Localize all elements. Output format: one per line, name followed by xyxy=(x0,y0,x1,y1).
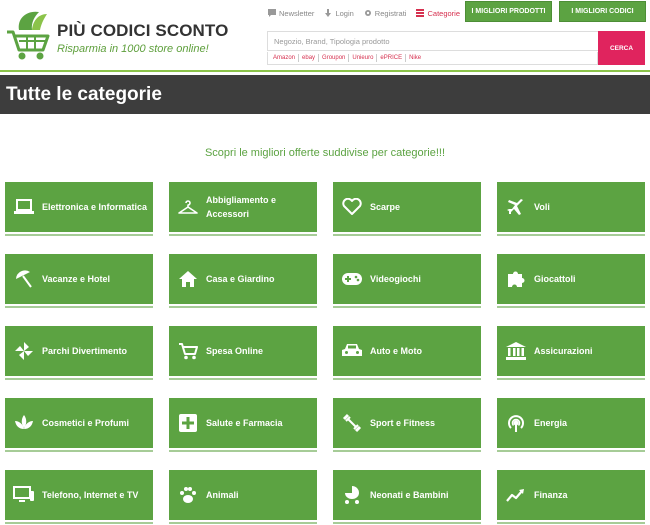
category-label: Scarpe xyxy=(370,202,401,212)
bank-icon xyxy=(505,340,527,362)
category-label: Spesa Online xyxy=(206,346,264,356)
category-card-animali[interactable]: Animali xyxy=(169,470,317,524)
site-logo[interactable]: PIÙ CODICI SCONTO Risparmia in 1000 stor… xyxy=(5,8,228,66)
gamepad-icon xyxy=(341,268,363,290)
category-card-energia[interactable]: Energia xyxy=(497,398,645,452)
plane-icon xyxy=(505,196,527,218)
nav-login[interactable]: Login xyxy=(324,8,354,18)
gear-icon xyxy=(364,10,371,16)
home-icon xyxy=(177,268,199,290)
laptop-icon xyxy=(13,196,35,218)
shopping-cart-logo-icon xyxy=(7,11,50,60)
brand-title: PIÙ CODICI SCONTO xyxy=(57,21,229,40)
category-label: Videogiochi xyxy=(370,274,421,284)
nav-categorie[interactable]: Categorie xyxy=(416,9,460,18)
quick-link-groupon[interactable]: Groupon xyxy=(319,54,350,62)
paw-icon xyxy=(177,484,199,506)
nav-registrati[interactable]: Registrati xyxy=(364,8,407,18)
category-card-casa[interactable]: Casa e Giardino xyxy=(169,254,317,308)
car-icon xyxy=(341,340,363,362)
brand-tagline: Risparmia in 1000 store online! xyxy=(57,43,209,55)
category-card-voli[interactable]: Voli xyxy=(497,182,645,236)
category-label: Finanza xyxy=(534,490,568,500)
page-title: Tutte le categorie xyxy=(6,84,162,105)
quick-links: Amazon ebay Groupon Unieuro ePRICE Nike xyxy=(267,52,598,65)
monitor-icon xyxy=(13,484,35,506)
search-button[interactable]: CERCA xyxy=(598,31,645,65)
nav-newsletter[interactable]: Newsletter xyxy=(268,9,314,18)
trend-line-icon xyxy=(505,484,527,506)
category-card-telefono[interactable]: Telefono, Internet e TV xyxy=(5,470,153,524)
category-card-giocattoli[interactable]: Giocattoli xyxy=(497,254,645,308)
beach-umbrella-icon xyxy=(13,268,35,290)
nav-registrati-label: Registrati xyxy=(374,8,407,18)
category-label: Assicurazioni xyxy=(534,346,593,356)
quick-link-eprice[interactable]: ePRICE xyxy=(377,54,407,62)
category-label: Telefono, Internet e TV xyxy=(42,490,139,500)
puzzle-icon xyxy=(505,268,527,290)
site-header: PIÙ CODICI SCONTO Risparmia in 1000 stor… xyxy=(0,0,650,72)
category-card-sport[interactable]: Sport e Fitness xyxy=(333,398,481,452)
category-label: Casa e Giardino xyxy=(206,274,275,284)
signal-icon xyxy=(505,412,527,434)
category-label: Giocattoli xyxy=(534,274,576,284)
category-card-cosmetici[interactable]: Cosmetici e Profumi xyxy=(5,398,153,452)
best-products-button[interactable]: I MIGLIORI PRODOTTI xyxy=(465,1,552,22)
category-card-elettronica[interactable]: Elettronica e Informatica xyxy=(5,182,153,236)
hanger-icon xyxy=(177,196,199,218)
stroller-icon xyxy=(341,484,363,506)
nav-categorie-label: Categorie xyxy=(427,8,461,18)
category-card-assicurazioni[interactable]: Assicurazioni xyxy=(497,326,645,380)
category-card-auto[interactable]: Auto e Moto xyxy=(333,326,481,380)
category-card-parchi[interactable]: Parchi Divertimento xyxy=(5,326,153,380)
heart-icon xyxy=(341,196,363,218)
category-label: Abbigliamento e Accessori xyxy=(206,195,277,219)
quick-link-nike[interactable]: Nike xyxy=(406,54,424,62)
category-label: Animali xyxy=(206,490,239,500)
category-label: Salute e Farmacia xyxy=(206,418,283,428)
category-label: Vacanze e Hotel xyxy=(42,274,111,284)
nav-login-label: Login xyxy=(335,8,354,18)
category-label: Elettronica e Informatica xyxy=(42,202,148,212)
medical-cross-icon xyxy=(177,412,199,434)
category-card-salute[interactable]: Salute e Farmacia xyxy=(169,398,317,452)
category-card-neonati[interactable]: Neonati e Bambini xyxy=(333,470,481,524)
category-card-scarpe[interactable]: Scarpe xyxy=(333,182,481,236)
category-card-vacanze[interactable]: Vacanze e Hotel xyxy=(5,254,153,308)
page-title-bar: Tutte le categorie xyxy=(0,75,650,114)
login-icon xyxy=(325,9,332,17)
category-card-abbigliamento[interactable]: Abbigliamento e Accessori xyxy=(169,182,317,236)
category-card-videogiochi[interactable]: Videogiochi xyxy=(333,254,481,308)
cart-icon xyxy=(177,340,199,362)
category-card-finanza[interactable]: Finanza xyxy=(497,470,645,524)
search-input[interactable]: Negozio, Brand, Tipologia prodotto xyxy=(267,31,598,51)
category-label: Voli xyxy=(534,202,550,212)
nav-newsletter-label: Newsletter xyxy=(279,8,315,18)
category-card-spesa[interactable]: Spesa Online xyxy=(169,326,317,380)
category-label: Parchi Divertimento xyxy=(42,346,128,356)
top-navigation: Newsletter Login Registrati Categorie xyxy=(268,7,460,19)
page-subtitle: Scopri le migliori offerte suddivise per… xyxy=(204,147,446,159)
quick-link-ebay[interactable]: ebay xyxy=(299,54,320,62)
category-label: Cosmetici e Profumi xyxy=(42,418,130,428)
quick-link-amazon[interactable]: Amazon xyxy=(270,54,300,62)
quick-link-unieuro[interactable]: Unieuro xyxy=(349,54,378,62)
category-label: Auto e Moto xyxy=(370,346,422,356)
category-label: Neonati e Bambini xyxy=(370,490,449,500)
category-label: Energia xyxy=(534,418,568,428)
lotus-icon xyxy=(13,412,35,434)
category-label: Sport e Fitness xyxy=(370,418,436,428)
pinwheel-icon xyxy=(13,340,35,362)
chat-icon xyxy=(268,9,276,17)
dumbbell-icon xyxy=(341,412,363,434)
best-codes-button[interactable]: I MIGLIORI CODICI xyxy=(559,1,646,22)
list-icon xyxy=(416,9,425,17)
